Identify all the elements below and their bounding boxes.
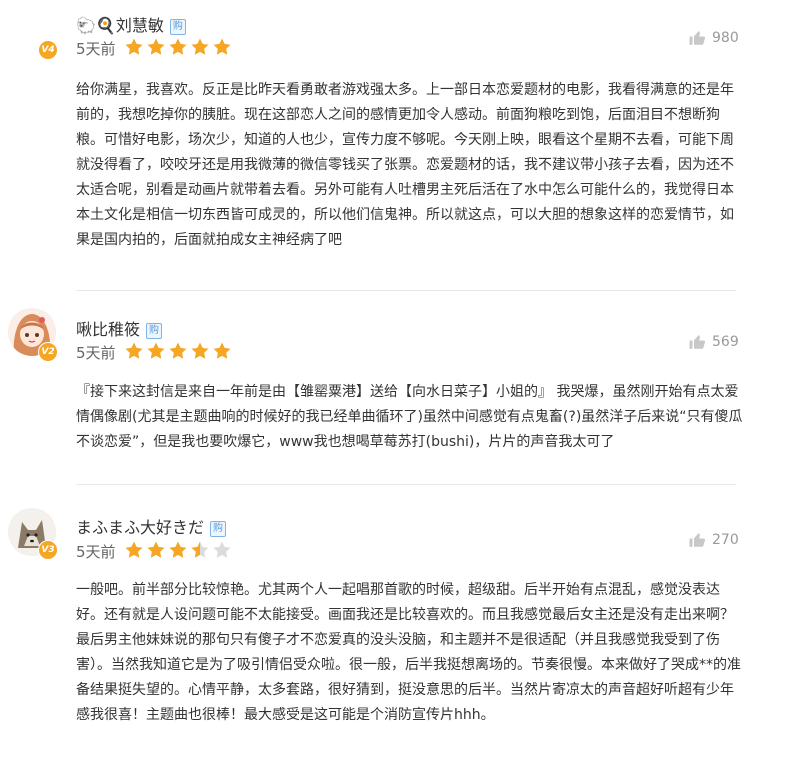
star-icon	[169, 342, 187, 359]
username[interactable]: 啾比稚筱	[76, 320, 140, 339]
level-badge: V2	[38, 342, 58, 362]
star-icon	[191, 38, 209, 55]
star-icon	[191, 541, 209, 558]
rating-stars	[124, 341, 232, 361]
divider	[76, 290, 736, 291]
star-icon	[147, 342, 165, 359]
buy-badge-icon: 购	[169, 19, 186, 35]
username[interactable]: まふまふ大好きだ	[76, 518, 204, 537]
buy-badge-icon: 购	[210, 521, 227, 537]
like-count: 569	[712, 334, 739, 350]
star-icon	[125, 342, 143, 359]
star-icon	[213, 38, 231, 55]
star-icon	[125, 541, 143, 558]
star-icon	[169, 38, 187, 55]
review-text: 『接下来这封信是来自一年前是由【雏罂粟港】送给【向水日菜子】小姐的』 我哭爆，虽…	[76, 384, 743, 450]
star-icon	[169, 541, 187, 558]
level-badge: V4	[38, 40, 58, 60]
like-button[interactable]: 980	[688, 29, 739, 47]
like-count: 270	[712, 532, 739, 548]
username-row: 啾比稚筱购	[76, 316, 163, 340]
star-icon	[213, 541, 231, 558]
post-time: 5天前	[76, 344, 116, 362]
review-text: 给你满星，我喜欢。反正是比昨天看勇敢者游戏强太多。上一部日本恋爱题材的电影，我看…	[76, 82, 734, 248]
like-button[interactable]: 270	[688, 531, 739, 549]
star-icon	[147, 541, 165, 558]
thumbs-up-icon	[689, 533, 706, 547]
username-row: まふまふ大好きだ购	[76, 514, 227, 538]
buy-badge-icon: 购	[146, 323, 163, 339]
thumbs-up-icon	[689, 335, 706, 349]
like-count: 980	[712, 30, 739, 46]
star-icon	[125, 38, 143, 55]
star-icon	[147, 38, 165, 55]
divider	[76, 484, 736, 485]
username[interactable]: 🐑🍳刘慧敏	[76, 16, 164, 35]
star-icon	[191, 342, 209, 359]
thumbs-up-icon	[689, 31, 706, 45]
post-time: 5天前	[76, 40, 116, 58]
username-row: 🐑🍳刘慧敏购	[76, 12, 186, 36]
rating-stars	[124, 37, 232, 57]
rating-stars	[124, 540, 232, 560]
review-text: 一般吧。前半部分比较惊艳。尤其两个人一起唱那首歌的时候，超级甜。后半开始有点混乱…	[76, 582, 741, 723]
star-icon	[213, 342, 231, 359]
post-time: 5天前	[76, 543, 116, 561]
level-badge: V3	[38, 540, 58, 560]
like-button[interactable]: 569	[688, 333, 739, 351]
